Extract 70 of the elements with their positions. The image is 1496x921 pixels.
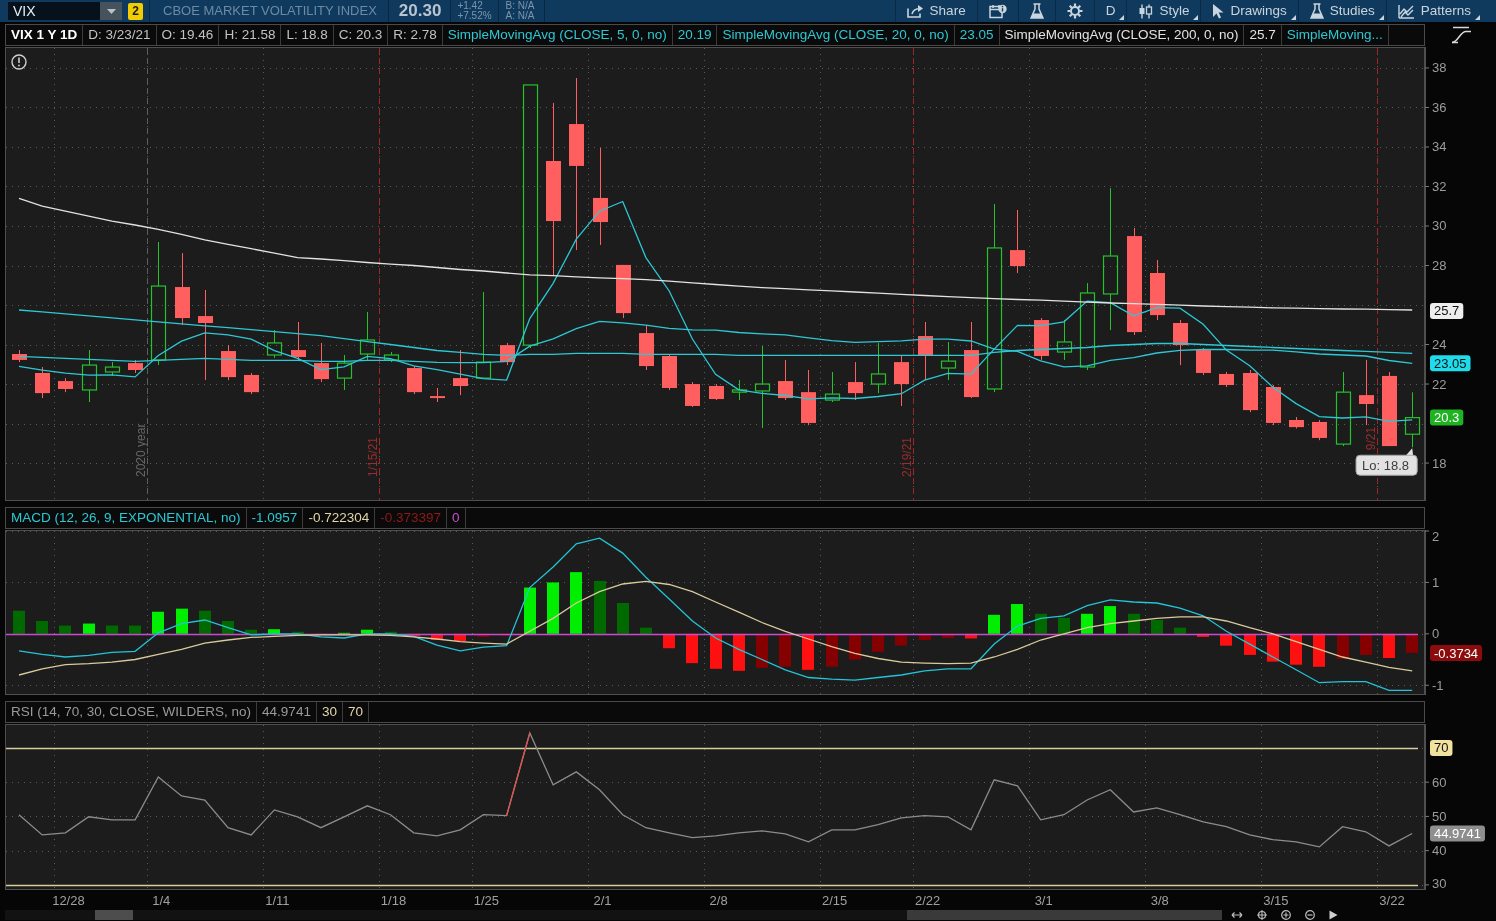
axis-label: 2/8 xyxy=(709,893,728,908)
value-badge: 44.9741 xyxy=(1430,825,1485,842)
axis-label: 2/1 xyxy=(593,893,612,908)
net-change: +1.42 xyxy=(457,1,484,11)
axis-label: 1 xyxy=(1432,574,1440,590)
axis-label: 1/25 xyxy=(473,893,500,908)
study-name: RSI (14, 70, 30, CLOSE, WILDERS, no) xyxy=(6,702,258,722)
value-badge: 20.3 xyxy=(1430,409,1464,426)
axis-label: 3/1 xyxy=(1034,893,1053,908)
quote-value: D: 3/23/21 xyxy=(83,25,157,45)
axis-label: 3/8 xyxy=(1150,893,1169,908)
quote-value: O: 19.46 xyxy=(156,25,220,45)
axis-label: 2/22 xyxy=(914,893,941,908)
study-name: SimpleMovingAvg (CLOSE, 5, 0, no) xyxy=(442,25,673,45)
axis-label: -1 xyxy=(1432,677,1444,693)
value-badge: -0.3734 xyxy=(1430,645,1483,662)
axis-label: 50 xyxy=(1432,808,1447,824)
chart-title: VIX 1 Y 1D xyxy=(6,25,84,45)
axis-label: 24 xyxy=(1432,337,1447,353)
expiration-label: 9/21 xyxy=(1363,426,1378,451)
axis-label: 40 xyxy=(1432,843,1447,859)
study-value: -0.373397 xyxy=(375,508,447,528)
study-value: 20.19 xyxy=(672,25,718,45)
study-name: SimpleMoving... xyxy=(1281,25,1389,45)
axis-label: 0 xyxy=(1432,626,1440,642)
value-badge: 70 xyxy=(1430,739,1453,756)
axis-label: 3/22 xyxy=(1379,893,1405,908)
axis-label: 1/4 xyxy=(152,893,171,908)
axis-label: 30 xyxy=(1432,218,1447,234)
value-badge: 23.05 xyxy=(1430,355,1471,372)
axis-label: 2/15 xyxy=(822,893,848,908)
study-name: SimpleMovingAvg (CLOSE, 200, 0, no) xyxy=(999,25,1245,45)
axis-label: 3/15 xyxy=(1263,893,1289,908)
study-value: 70 xyxy=(342,702,369,722)
axis-label: 22 xyxy=(1432,376,1447,392)
year-label: 2020 year xyxy=(133,423,148,477)
study-value: -0.722304 xyxy=(303,508,376,528)
expiration-label: 1/15/21 xyxy=(365,436,380,477)
quote-value: H: 21.58 xyxy=(219,25,282,45)
quote-value: L: 18.8 xyxy=(281,25,334,45)
study-name: MACD (12, 26, 9, EXPONENTIAL, no) xyxy=(6,508,247,528)
percent-change: +7.52% xyxy=(457,11,492,21)
annotation: Lo: 18.8 xyxy=(1362,457,1410,473)
study-value: 30 xyxy=(316,702,343,722)
quote-value: C: 20.3 xyxy=(333,25,389,45)
study-name: SimpleMovingAvg (CLOSE, 20, 0, no) xyxy=(717,25,955,45)
axis-label: 18 xyxy=(1432,455,1447,471)
bid-price: B: N/A xyxy=(505,1,535,11)
axis-label: 1/11 xyxy=(265,893,290,908)
expiration-label: 2/19/21 xyxy=(899,436,914,477)
axis-label: 38 xyxy=(1432,60,1447,76)
study-value: 25.7 xyxy=(1244,25,1282,45)
axis-label: 12/28 xyxy=(52,893,85,908)
axis-label: 36 xyxy=(1432,99,1447,115)
axis-label: 60 xyxy=(1432,774,1447,790)
axis-label: 28 xyxy=(1432,258,1447,273)
axis-label: 2 xyxy=(1432,530,1440,544)
quote-value: R: 2.78 xyxy=(388,25,443,45)
study-value: 44.9741 xyxy=(257,702,317,722)
axis-label: 30 xyxy=(1432,876,1447,890)
axis-label: 34 xyxy=(1432,139,1447,155)
value-badge: 25.7 xyxy=(1430,302,1464,319)
axis-label: 32 xyxy=(1432,179,1447,194)
last-price: 20.30 xyxy=(398,1,442,21)
study-value: 23.05 xyxy=(954,25,1000,45)
study-value: 0 xyxy=(447,508,466,528)
study-value: -1.0957 xyxy=(246,508,304,528)
instrument-name: CBOE MARKET VOLATILITY INDEX xyxy=(163,2,377,20)
axis-label: 1/18 xyxy=(380,893,407,908)
ask-price: A: N/A xyxy=(505,11,535,21)
